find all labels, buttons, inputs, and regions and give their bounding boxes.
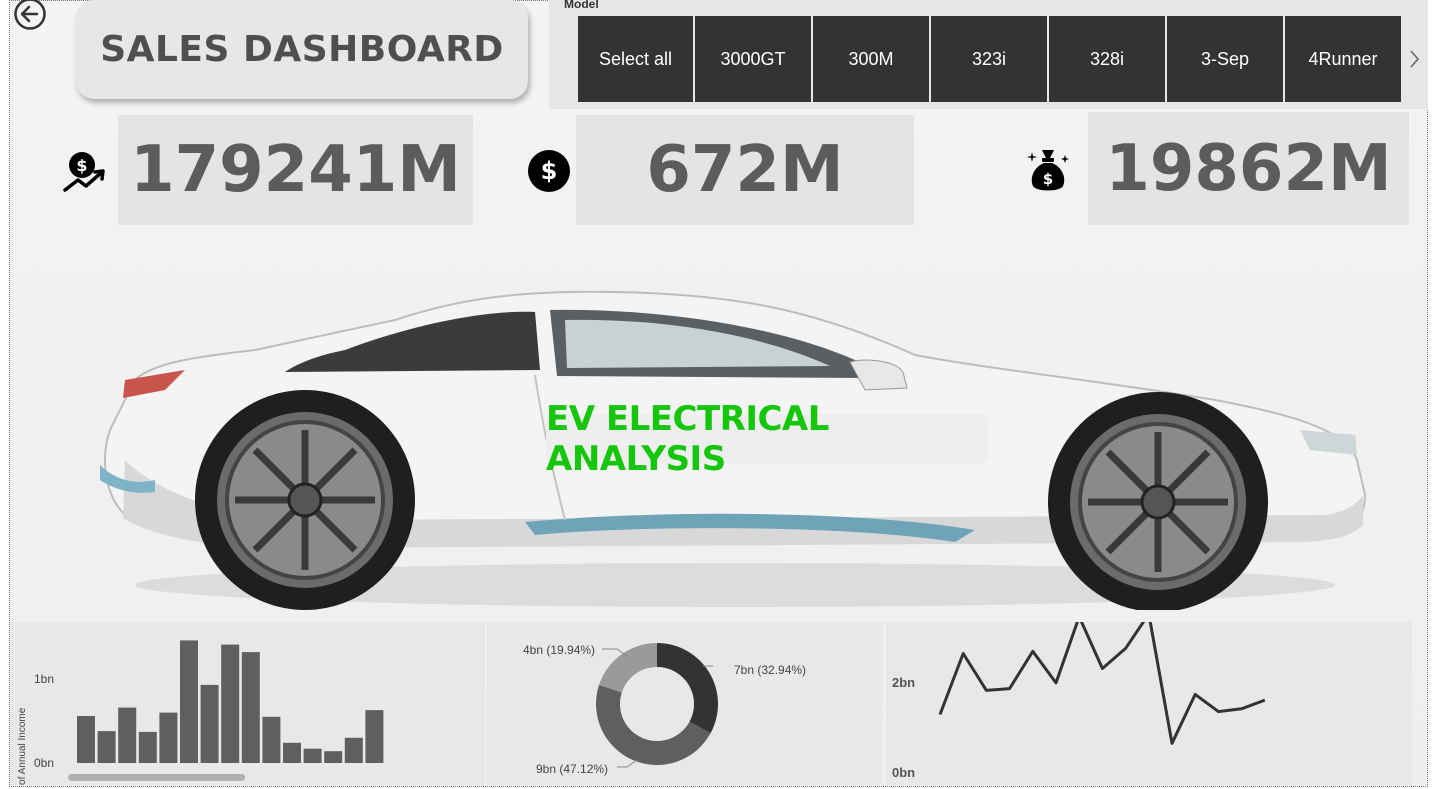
slicer-option[interactable]: 3000GT [695,16,811,102]
ev-analysis-banner: EV ELECTRICAL ANALYSIS [546,399,988,479]
line-chart[interactable]: 2bn 0bn [886,622,1412,785]
bar[interactable] [324,751,343,763]
donut-slice[interactable] [657,643,718,734]
page-title: SALES DASHBOARD [76,0,528,99]
kpi-total-value: 179241M [118,115,473,225]
donut-chart[interactable]: 7bn (32.94%) 9bn (47.12%) 4bn (19.94%) [487,622,883,785]
slicer-options: Select all 3000GT 300M 323i 328i 3-Sep 4… [578,16,1403,102]
bar[interactable] [77,716,95,763]
slicer-option[interactable]: 300M [813,16,929,102]
bar-y-tick: 0bn [34,756,54,770]
bar-chart[interactable]: Sum of Annual Income 1bn 0bn [11,622,485,785]
bar[interactable] [97,731,116,763]
slicer-option[interactable]: 328i [1049,16,1165,102]
money-bag-icon: $ [1027,150,1069,191]
model-slicer: Model Select all 3000GT 300M 323i 328i 3… [549,0,1428,109]
svg-text:$: $ [1043,170,1053,188]
bar[interactable] [344,737,363,763]
bar[interactable] [159,712,178,763]
bar-y-axis-label: Sum of Annual Income [17,707,28,785]
revenue-growth-icon: $ [63,152,105,192]
slicer-option-select-all[interactable]: Select all [578,16,693,102]
line-series[interactable] [938,622,1266,745]
bar[interactable] [180,640,198,763]
svg-text:$: $ [76,156,87,175]
kpi-average-value: 672M [576,115,914,225]
bar[interactable] [138,731,157,763]
donut-label: 4bn (19.94%) [523,643,595,657]
donut-label: 7bn (32.94%) [734,663,806,677]
bar[interactable] [200,684,219,763]
bar[interactable] [365,710,384,763]
svg-text:$: $ [541,157,558,185]
slicer-option[interactable]: 323i [931,16,1047,102]
bar[interactable] [283,742,301,763]
kpi-income-value: 19862M [1088,112,1409,225]
chevron-right-icon[interactable] [1407,45,1423,73]
bar[interactable] [303,748,322,763]
donut-label: 9bn (47.12%) [536,762,608,776]
donut-slice[interactable] [599,643,657,693]
slicer-option[interactable]: 3-Sep [1167,16,1283,102]
line-y-tick: 0bn [892,765,915,780]
slicer-option[interactable]: 4Runner [1285,16,1401,102]
bar[interactable] [221,644,240,763]
bar[interactable] [241,652,260,763]
back-arrow-icon[interactable] [13,0,47,31]
horizontal-scrollbar[interactable] [68,774,245,781]
bar[interactable] [262,716,281,763]
dollar-coin-icon: $ [528,150,570,192]
bar-y-tick: 1bn [34,672,54,686]
slicer-label: Model [564,0,599,11]
line-y-tick: 2bn [892,675,915,690]
bar[interactable] [118,707,137,763]
